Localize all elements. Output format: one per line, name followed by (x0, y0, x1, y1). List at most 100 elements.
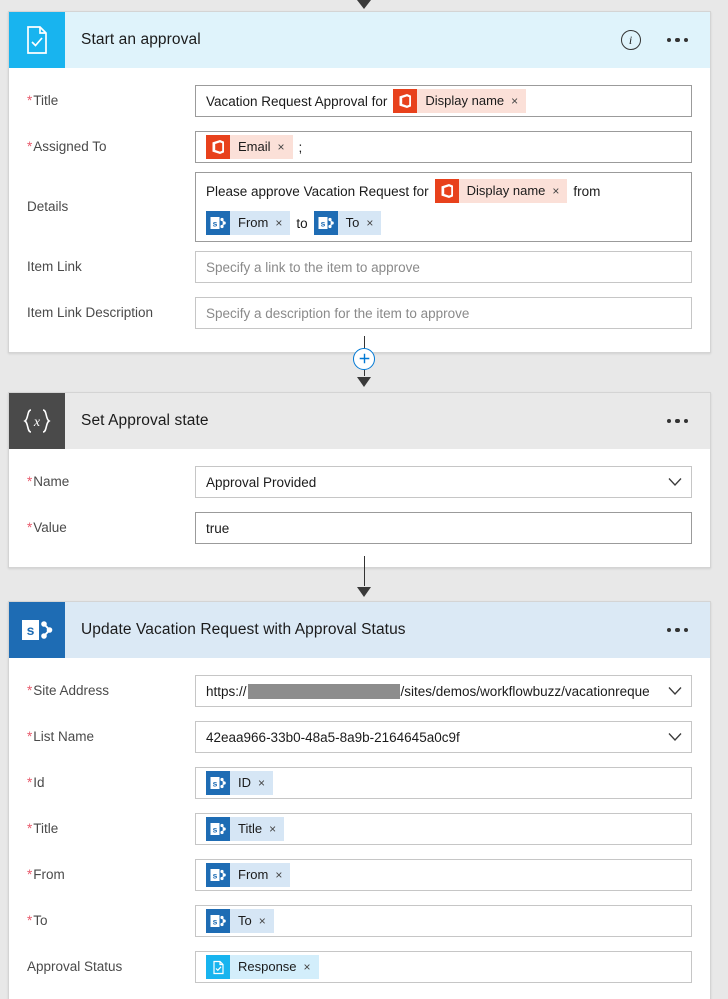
card-header[interactable]: x Set Approval state (9, 393, 710, 449)
office365-icon (206, 135, 230, 159)
details-input[interactable]: Please approve Vacation Request for Disp… (195, 172, 692, 242)
field-label: *Site Address (27, 682, 195, 700)
variable-value-input[interactable]: true (195, 512, 692, 544)
sp-from-input[interactable]: s From × (195, 859, 692, 891)
token-from[interactable]: s From × (206, 863, 290, 887)
form-row-id: *Id s ID × (27, 760, 692, 806)
token-remove-icon[interactable]: × (275, 211, 290, 235)
required-marker: * (27, 93, 32, 108)
card-title: Update Vacation Request with Approval St… (65, 621, 406, 639)
token-to[interactable]: s To × (206, 909, 274, 933)
form-row-assigned-to: *Assigned To Email × ; (27, 124, 692, 170)
value-prefix: https:// (206, 684, 247, 699)
approval-status-input[interactable]: Response × (195, 951, 692, 983)
token-remove-icon[interactable]: × (278, 135, 293, 159)
field-label: *Name (27, 473, 195, 491)
field-label: Approval Status (27, 958, 195, 976)
card-body: *Title Vacation Request Approval for Dis… (9, 68, 710, 352)
field-label: *List Name (27, 728, 195, 746)
action-card-set-approval-state[interactable]: x Set Approval state *Name Approval Prov… (8, 392, 711, 568)
arrow-down-icon (355, 376, 373, 387)
token-remove-icon[interactable]: × (258, 771, 273, 795)
card-body: *Name Approval Provided *Value true (9, 449, 710, 567)
token-remove-icon[interactable]: × (304, 955, 319, 979)
svg-text:x: x (33, 415, 41, 430)
static-text: Please approve Vacation Request for (206, 184, 429, 199)
more-menu-icon[interactable] (667, 419, 689, 424)
form-row-site-address: *Site Address https:///sites/demos/workf… (27, 668, 692, 714)
placeholder-text: Specify a link to the item to approve (206, 260, 420, 275)
item-link-description-input[interactable]: Specify a description for the item to ap… (195, 297, 692, 329)
connector-add-step (0, 332, 728, 390)
field-label: Item Link (27, 258, 195, 276)
token-display-name[interactable]: Display name × (393, 89, 526, 113)
token-response[interactable]: Response × (206, 955, 319, 979)
token-title[interactable]: s Title × (206, 817, 284, 841)
card-header[interactable]: Start an approval i (9, 12, 710, 68)
token-from[interactable]: s From × (206, 211, 290, 235)
required-marker: * (27, 775, 32, 790)
form-row-item-link-description: Item Link Description Specify a descript… (27, 290, 692, 336)
token-label: To (230, 909, 259, 933)
required-marker: * (27, 683, 32, 698)
token-display-name[interactable]: Display name × (435, 179, 568, 203)
input-value: true (206, 521, 229, 536)
sharepoint-icon: s (206, 211, 230, 235)
info-icon[interactable]: i (621, 30, 641, 50)
field-label: *Id (27, 774, 195, 792)
list-name-dropdown[interactable]: 42eaa966-33b0-48a5-8a9b-2164645a0c9f (195, 721, 692, 753)
required-marker: * (27, 867, 32, 882)
add-step-button[interactable] (353, 348, 375, 370)
header-actions: i (621, 30, 711, 50)
required-marker: * (27, 520, 32, 535)
sp-to-input[interactable]: s To × (195, 905, 692, 937)
placeholder-text: Specify a description for the item to ap… (206, 306, 469, 321)
more-menu-icon[interactable] (667, 38, 689, 43)
action-card-start-an-approval[interactable]: Start an approval i *Title Vacation Requ… (8, 11, 711, 353)
token-remove-icon[interactable]: × (259, 909, 274, 933)
chevron-down-icon[interactable] (668, 478, 682, 487)
header-actions (667, 419, 711, 424)
chevron-down-icon[interactable] (668, 733, 682, 742)
token-remove-icon[interactable]: × (511, 89, 526, 113)
sp-title-input[interactable]: s Title × (195, 813, 692, 845)
office365-icon (393, 89, 417, 113)
title-input[interactable]: Vacation Request Approval for Display na… (195, 85, 692, 117)
token-remove-icon[interactable]: × (552, 179, 567, 203)
token-remove-icon[interactable]: × (269, 817, 284, 841)
token-remove-icon[interactable]: × (366, 211, 381, 235)
form-row-list-name: *List Name 42eaa966-33b0-48a5-8a9b-21646… (27, 714, 692, 760)
action-card-update-vacation-request[interactable]: s Update Vacation Request with Approval … (8, 601, 711, 999)
svg-text:s: s (213, 917, 218, 927)
token-id[interactable]: s ID × (206, 771, 273, 795)
chevron-down-icon[interactable] (668, 687, 682, 696)
approval-icon (206, 955, 230, 979)
site-address-dropdown[interactable]: https:///sites/demos/workflowbuzz/vacati… (195, 675, 692, 707)
arrow-down-icon (355, 586, 373, 597)
token-label: To (338, 211, 367, 235)
required-marker: * (27, 821, 32, 836)
id-input[interactable]: s ID × (195, 767, 692, 799)
token-email[interactable]: Email × (206, 135, 293, 159)
form-row-sp-from: *From s From × (27, 852, 692, 898)
assigned-to-input[interactable]: Email × ; (195, 131, 692, 163)
form-row-value: *Value true (27, 505, 692, 551)
svg-text:s: s (213, 825, 218, 835)
selected-value: 42eaa966-33b0-48a5-8a9b-2164645a0c9f (206, 730, 460, 745)
form-row-name: *Name Approval Provided (27, 459, 692, 505)
field-label: *Value (27, 519, 195, 537)
token-to[interactable]: s To × (314, 211, 382, 235)
token-label: Title (230, 817, 269, 841)
token-remove-icon[interactable]: × (275, 863, 290, 887)
approval-icon (9, 12, 65, 68)
more-menu-icon[interactable] (667, 628, 689, 633)
card-header[interactable]: s Update Vacation Request with Approval … (9, 602, 710, 658)
sharepoint-icon: s (206, 909, 230, 933)
field-label: Item Link Description (27, 304, 195, 322)
variable-name-dropdown[interactable]: Approval Provided (195, 466, 692, 498)
static-text: to (296, 216, 307, 231)
form-row-approval-status: Approval Status Response × (27, 944, 692, 990)
card-body: *Site Address https:///sites/demos/workf… (9, 658, 710, 999)
item-link-input[interactable]: Specify a link to the item to approve (195, 251, 692, 283)
field-label: *Assigned To (27, 138, 195, 156)
